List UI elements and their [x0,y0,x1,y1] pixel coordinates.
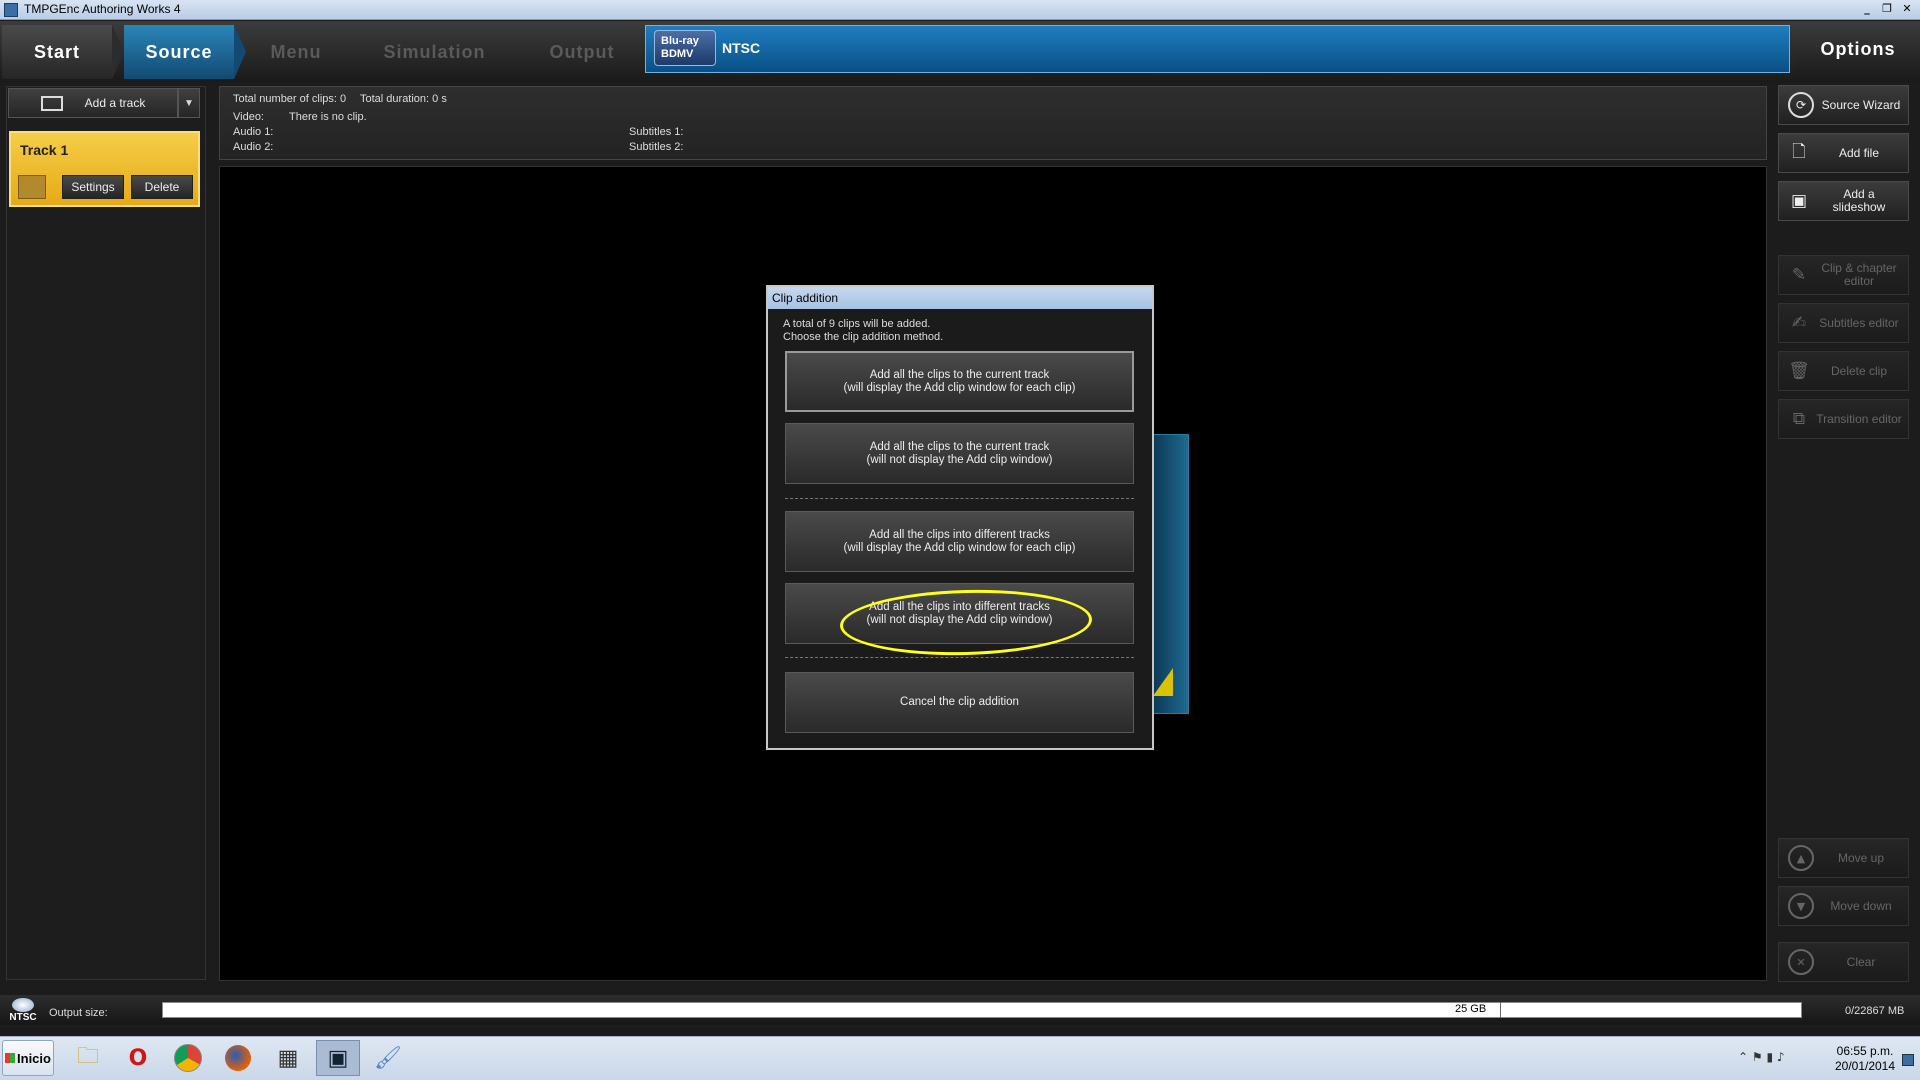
track-panel [6,86,206,980]
output-size-bar [162,1002,1802,1018]
app-icon [4,3,18,17]
step-simulation[interactable]: Simulation [362,25,507,79]
firefox-icon[interactable] [216,1040,260,1076]
video-label: Video: [233,111,264,123]
step-separator [234,25,246,79]
disc-format: NTSC [722,40,761,56]
clear-icon: ✕ [1788,949,1814,975]
arrow-up-icon: ▲ [1788,845,1814,871]
monitor-add-icon [40,95,63,111]
maximize-button[interactable]: ❐ [1878,2,1896,17]
arrow-down-icon: ▼ [1788,893,1814,919]
options-button[interactable]: Options [1797,25,1919,73]
windows-logo-icon [5,1053,16,1063]
step-start[interactable]: Start [2,25,112,79]
subtitles2-label: Subtitles 2: [629,141,684,153]
bluray-logo: Blu-ray BDMV [654,30,716,66]
ntsc-label: NTSC [9,1012,37,1023]
move-up-button[interactable]: ▲ Move up [1778,838,1909,878]
tray-icons[interactable]: ⌃ ⚑ ▮ ♪ [1738,1050,1785,1064]
track-thumbnail-icon [18,175,46,199]
add-to-current-track-with-window-button[interactable]: Add all the clips to the current track (… [785,351,1134,412]
folder-icon[interactable]: 🗀 [66,1040,110,1076]
clip-chapter-editor-button[interactable]: ✎ Clip & chapter editor [1778,255,1909,295]
dialog-title: Clip addition [768,287,1152,309]
track-name: Track 1 [20,142,69,158]
wizard-icon: ⟳ [1788,92,1814,118]
dialog-divider [785,657,1134,658]
disc-graphic [12,998,34,1012]
subtitles-icon: ✍ [1791,313,1807,333]
disc-type-bar[interactable] [645,25,1790,73]
add-track-label: Add a track [84,96,146,110]
chrome-icon[interactable] [166,1040,210,1076]
add-slideshow-button[interactable]: ▣ Add a slideshow [1778,181,1909,221]
usage-label: 0/22867 MB [1845,1005,1905,1017]
editor-icon: ✎ [1791,265,1807,285]
step-source[interactable]: Source [124,25,234,79]
clip-info-bar [219,86,1767,160]
trash-icon: 🗑 [1788,361,1810,381]
title-bar: TMPGEnc Authoring Works 4 _ ❐ ✕ [0,0,1920,20]
firefox-graphic [225,1045,251,1071]
delete-clip-button[interactable]: 🗑 Delete clip [1778,351,1909,391]
output-size-label: Output size: [49,1007,108,1019]
cancel-clip-addition-button[interactable]: Cancel the clip addition [785,672,1134,733]
audio1-label: Audio 1: [233,126,274,138]
transition-icon: ⧉ [1792,409,1806,429]
audio2-label: Audio 2: [233,141,274,153]
total-duration: Total duration: 0 s [360,93,447,105]
clear-button[interactable]: ✕ Clear [1778,942,1909,982]
add-file-button[interactable]: 🗋 Add file [1778,133,1909,173]
start-button[interactable]: Inicio [2,1040,54,1076]
show-desktop-icon[interactable] [1902,1054,1914,1066]
minimize-button[interactable]: _ [1858,2,1876,17]
opera-icon[interactable]: O [116,1040,160,1076]
add-track-button[interactable]: Add a track [8,88,178,118]
chrome-graphic [174,1044,202,1072]
total-clips: Total number of clips: 0 [233,93,347,105]
step-menu[interactable]: Menu [246,25,346,79]
window-title: TMPGEnc Authoring Works 4 [24,2,181,16]
subtitles1-label: Subtitles 1: [629,126,684,138]
dialog-message-1: A total of 9 clips will be added. [783,318,931,330]
subtitles-editor-button[interactable]: ✍ Subtitles editor [1778,303,1909,343]
add-to-current-track-no-window-button[interactable]: Add all the clips to the current track (… [785,423,1134,484]
step-output[interactable]: Output [522,25,642,79]
add-track-dropdown[interactable]: ▼ [178,88,200,118]
clock[interactable]: 06:55 p.m. 20/01/2014 [1830,1044,1900,1074]
warning-triangle-icon [1153,668,1173,696]
dialog-divider [785,498,1134,499]
transition-editor-button[interactable]: ⧉ Transition editor [1778,399,1909,439]
capacity-label: 25 GB [1455,1003,1487,1015]
tmpgenc-icon[interactable]: ▣ [316,1040,360,1076]
move-down-button[interactable]: ▼ Move down [1778,886,1909,926]
calculator-icon[interactable]: ▦ [266,1040,310,1076]
add-to-different-tracks-with-window-button[interactable]: Add all the clips into different tracks … [785,511,1134,572]
disc-icon: NTSC [8,998,38,1024]
paint-icon[interactable]: 🖌 [366,1040,410,1076]
capacity-marker [1500,1002,1501,1018]
step-separator [112,25,124,79]
source-wizard-button[interactable]: ⟳ Source Wizard [1778,85,1909,125]
video-value: There is no clip. [289,111,367,123]
close-button[interactable]: ✕ [1898,2,1916,17]
track-settings-button[interactable]: Settings [62,175,124,199]
file-add-icon: 🗋 [1792,141,1806,162]
slideshow-icon: ▣ [1790,191,1808,211]
dialog-message-2: Choose the clip addition method. [783,331,944,343]
track-delete-button[interactable]: Delete [131,175,193,199]
